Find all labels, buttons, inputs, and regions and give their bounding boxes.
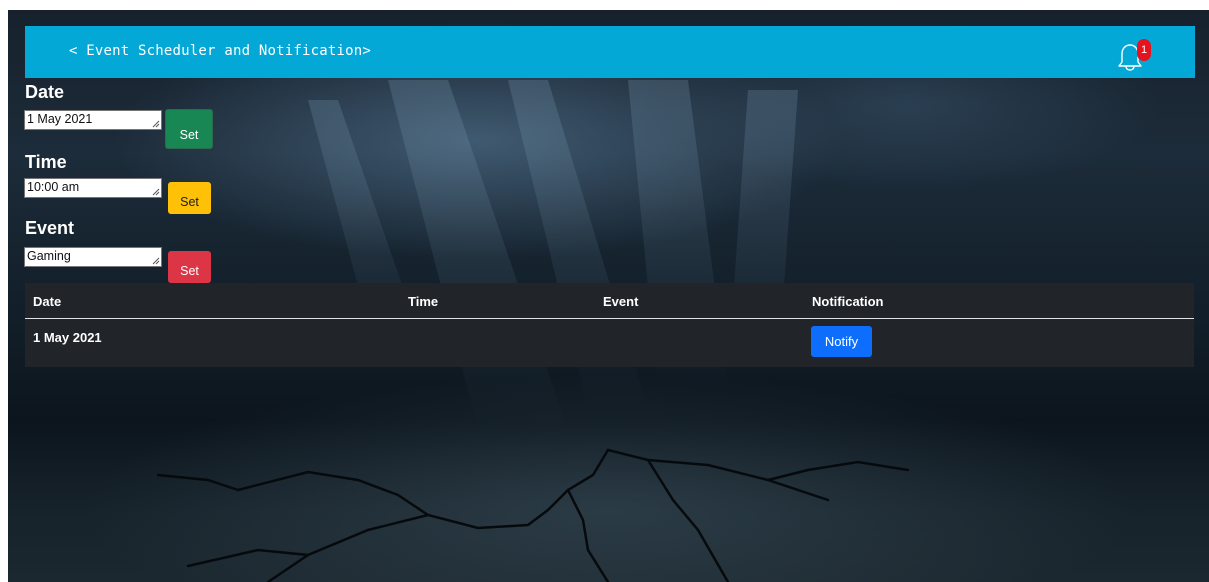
- time-label: Time: [25, 152, 67, 172]
- event-field[interactable]: Gaming: [24, 247, 162, 267]
- event-label: Event: [25, 218, 75, 238]
- column-header-date: Date: [33, 294, 62, 309]
- table-header-row: Date Time Event Notification: [25, 283, 1194, 319]
- notify-button[interactable]: Notify: [811, 326, 872, 357]
- set-date-button[interactable]: Set: [165, 109, 213, 149]
- notification-count-badge: 1: [1137, 39, 1151, 61]
- page-background: < Event Scheduler and Notification> 1 Da…: [8, 10, 1209, 582]
- app-header: < Event Scheduler and Notification> 1: [25, 26, 1195, 78]
- date-label: Date: [25, 82, 65, 102]
- column-header-time: Time: [408, 294, 439, 309]
- column-header-notification: Notification: [812, 294, 884, 309]
- page-title: < Event Scheduler and Notification>: [69, 43, 372, 59]
- row-date-cell: 1 May 2021: [33, 330, 102, 345]
- set-event-button[interactable]: Set: [168, 251, 211, 283]
- column-header-event: Event: [603, 294, 639, 309]
- time-field[interactable]: 10:00 am: [24, 178, 162, 198]
- events-table: Date Time Event Notification 1 May 2021 …: [25, 283, 1194, 367]
- notification-bell-button[interactable]: 1: [1115, 38, 1155, 78]
- date-field[interactable]: 1 May 2021: [24, 110, 162, 130]
- set-time-button[interactable]: Set: [168, 182, 211, 214]
